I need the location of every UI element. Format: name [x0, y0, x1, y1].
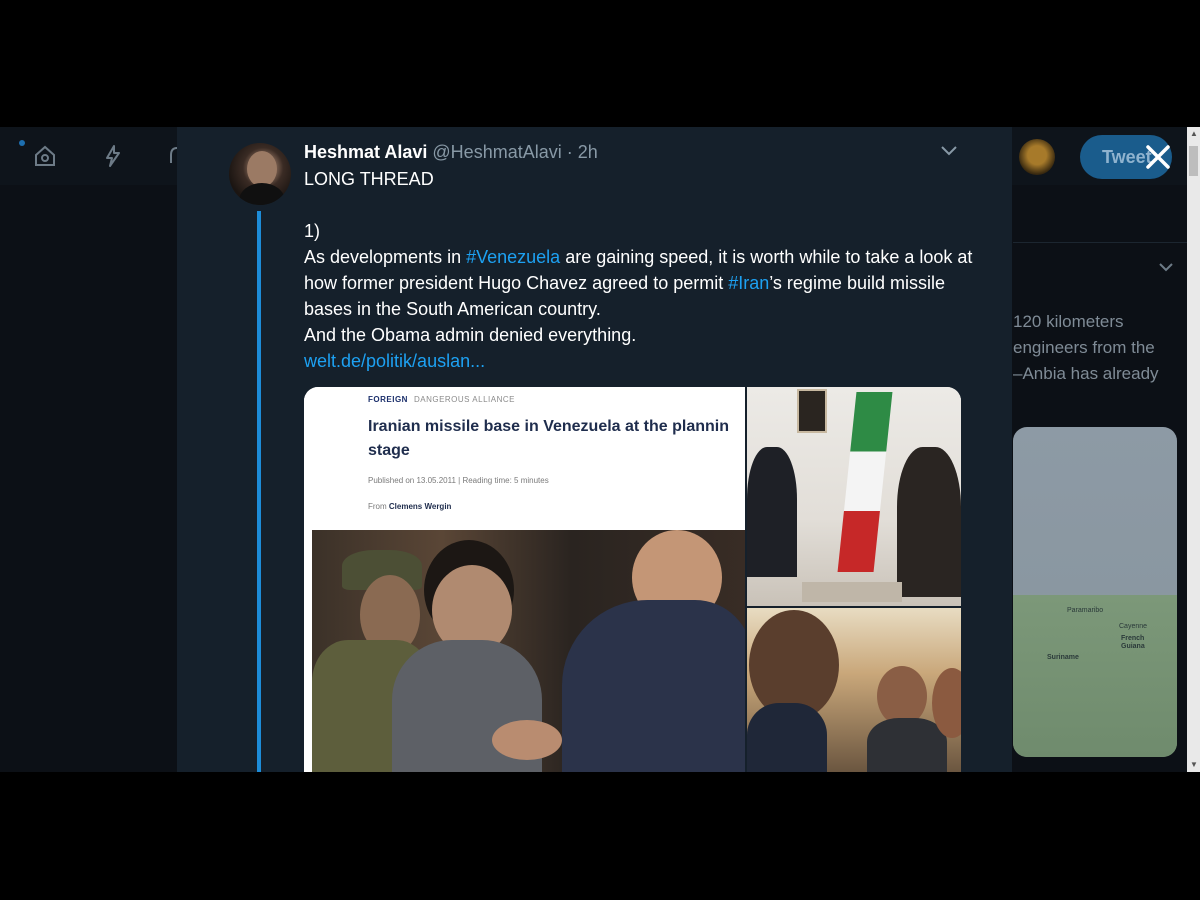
land-area	[1013, 595, 1177, 757]
portrait-frame	[797, 389, 827, 433]
map-label: Cayenne	[1119, 623, 1148, 630]
profile-avatar[interactable]	[1019, 139, 1055, 175]
obama-suit	[747, 703, 827, 772]
bg-text-line: engineers from the	[1013, 338, 1155, 357]
tweet-text: LONG THREAD 1) As developments in #Venez…	[304, 166, 974, 374]
tweet-line: 1)	[304, 221, 321, 241]
byline-prefix: From	[368, 502, 389, 511]
separator: ·	[566, 142, 573, 162]
tweet-time[interactable]: 2h	[578, 142, 598, 162]
bg-text-line: –Anbia has already	[1013, 364, 1159, 383]
media-divider	[747, 606, 961, 608]
scroll-down-icon[interactable]: ▼	[1190, 760, 1198, 769]
article-title-line: Iranian missile base in Venezuela at the…	[368, 418, 730, 435]
handshake-photo	[312, 530, 745, 772]
article-byline: From Clemens Wergin	[368, 502, 451, 511]
map-label: French Guiana	[1121, 635, 1145, 650]
subcategory-label: DANGEROUS ALLIANCE	[413, 395, 515, 404]
author-name[interactable]: Heshmat Alavi	[304, 142, 427, 162]
media-divider	[745, 387, 747, 772]
scrollbar[interactable]	[1187, 127, 1200, 772]
author-handle[interactable]: @HeshmatAlavi	[432, 142, 561, 162]
background-tweet-text: 120 kilometers engineers from the –Anbia…	[1013, 309, 1187, 387]
iran-flag	[837, 392, 893, 572]
tweet-header: Heshmat Alavi @HeshmatAlavi · 2h	[304, 141, 598, 163]
chevron-down-icon[interactable]	[940, 145, 958, 157]
table	[802, 582, 902, 602]
hashtag-venezuela[interactable]: #Venezuela	[466, 247, 560, 267]
map-label: Paramaribo	[1067, 607, 1104, 614]
obama-maduro-photo	[747, 608, 961, 772]
notification-dot	[19, 140, 25, 146]
map-image[interactable]: Paramaribo Suriname French Guiana Cayenn…	[1013, 427, 1177, 757]
article-title: Iranian missile base in Venezuela at the…	[368, 415, 748, 463]
maduro-face	[877, 666, 927, 726]
close-icon	[1146, 145, 1170, 169]
bg-text-line: 120 kilometers	[1013, 312, 1124, 331]
avatar-body	[239, 183, 285, 205]
seated-man	[747, 447, 797, 577]
article-category: FOREIGN DANGEROUS ALLIANCE	[368, 395, 515, 404]
chavez-suit	[562, 600, 745, 772]
tweet-modal: Heshmat Alavi @HeshmatAlavi · 2h LONG TH…	[177, 127, 1012, 772]
meeting-photo	[747, 387, 961, 606]
scrollbar-thumb[interactable]	[1189, 146, 1198, 176]
article-screenshot: FOREIGN DANGEROUS ALLIANCE Iranian missil…	[304, 387, 745, 532]
tweet-media[interactable]: FOREIGN DANGEROUS ALLIANCE Iranian missil…	[304, 387, 961, 772]
article-link[interactable]: welt.de/politik/auslan...	[304, 351, 485, 371]
scroll-up-icon[interactable]: ▲	[1190, 129, 1198, 138]
home-icon[interactable]	[32, 143, 58, 169]
tweet-line: LONG THREAD	[304, 169, 434, 189]
author-avatar[interactable]	[229, 143, 291, 205]
maduro-suit	[867, 718, 947, 772]
tweet-line: And the Obama admin denied everything.	[304, 325, 637, 345]
moments-icon[interactable]	[100, 143, 126, 169]
thread-line	[257, 211, 261, 772]
map-label: Suriname	[1047, 654, 1079, 661]
tweet-paragraph: As developments in #Venezuela are gainin…	[304, 244, 974, 322]
seated-cleric	[897, 447, 961, 597]
article-title-line: stage	[368, 442, 410, 459]
article-meta: Published on 13.05.2011 | Reading time: …	[368, 476, 549, 485]
close-modal-button[interactable]	[1142, 141, 1174, 173]
divider	[1013, 242, 1187, 243]
avatar-face	[247, 151, 277, 187]
article-author: Clemens Wergin	[388, 502, 452, 511]
tweet-text-run: As developments in	[304, 247, 467, 267]
chevron-down-icon[interactable]	[1158, 262, 1174, 272]
hashtag-iran[interactable]: #Iran	[728, 273, 769, 293]
handshake-hands	[492, 720, 562, 760]
category-label: FOREIGN	[368, 395, 408, 404]
